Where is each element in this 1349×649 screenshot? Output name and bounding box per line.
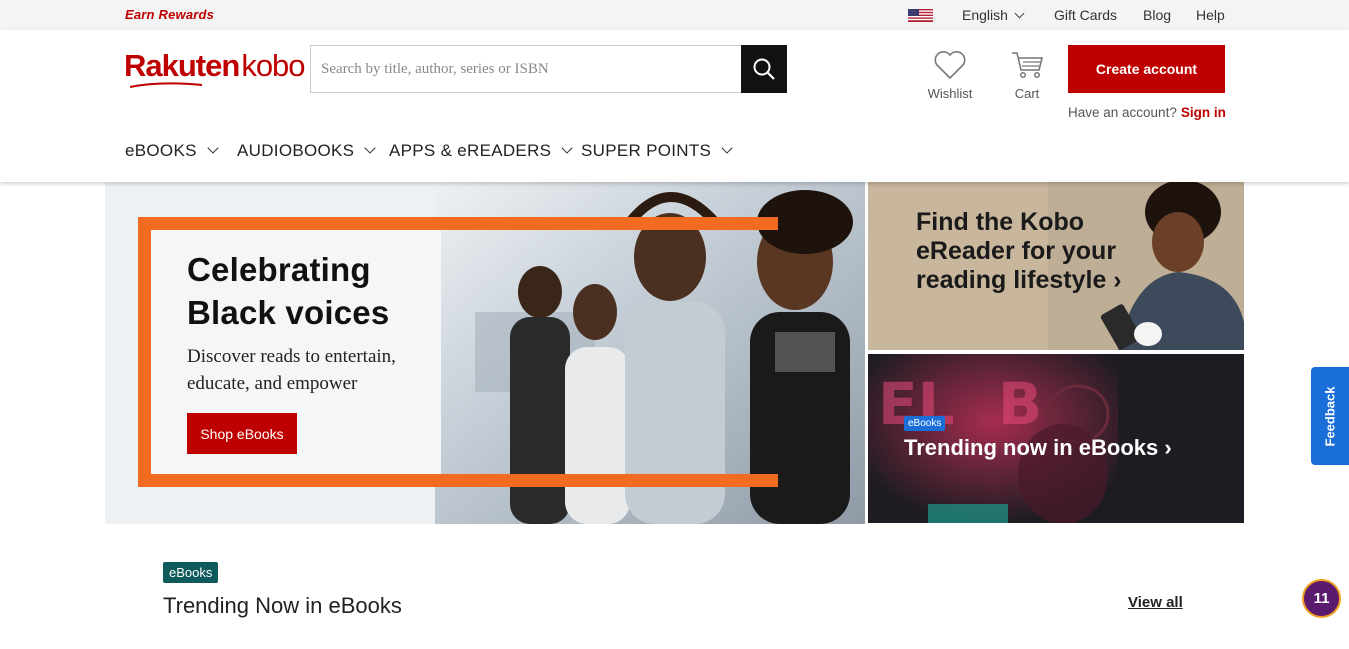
notification-badge[interactable]: 11: [1302, 579, 1341, 618]
hero-title-line1: Celebrating: [187, 251, 371, 288]
cart-icon: [1012, 52, 1044, 79]
chevron-down-icon: [364, 142, 376, 154]
nav-audiobooks[interactable]: AUDIOBOOKS: [237, 141, 376, 161]
section-badge: eBooks: [163, 562, 219, 583]
earn-rewards-link[interactable]: Earn Rewards: [125, 7, 214, 22]
search-button[interactable]: [741, 45, 787, 93]
wishlist-button[interactable]: Wishlist: [920, 50, 980, 101]
sign-in-prompt: Have an account? Sign in: [1068, 105, 1226, 120]
hero-title: Celebrating Black voices: [187, 248, 487, 334]
svg-text:B: B: [998, 370, 1042, 438]
chevron-down-icon: [207, 142, 219, 154]
utility-bar: Earn Rewards English Gift Cards Blog Hel…: [0, 0, 1349, 30]
us-flag-icon[interactable]: [908, 9, 933, 22]
hero-title-line2: Black voices: [187, 294, 390, 331]
nav-super-points[interactable]: SUPER POINTS: [581, 141, 733, 161]
ereader-promo-title: Find the Kobo eReader for your reading l…: [916, 208, 1122, 294]
feedback-label: Feedback: [1322, 386, 1338, 446]
rakuten-kobo-logo[interactable]: Rakutenkobo: [124, 48, 306, 84]
trending-promo[interactable]: EL B eBooks Trending now in eBooks ›: [868, 354, 1244, 523]
hero-banner[interactable]: Celebrating Black voices Discover reads t…: [105, 182, 865, 524]
wishlist-label: Wishlist: [927, 86, 973, 101]
gift-cards-link[interactable]: Gift Cards: [1054, 7, 1117, 23]
section-title: Trending Now in eBooks: [163, 593, 402, 618]
shop-ebooks-button[interactable]: Shop eBooks: [187, 413, 297, 454]
nav-ebooks[interactable]: eBOOKS: [125, 141, 219, 161]
sign-in-link[interactable]: Sign in: [1181, 105, 1226, 120]
chevron-down-icon: [1014, 8, 1025, 19]
nav-apps-ereaders[interactable]: APPS & eREADERS: [389, 141, 573, 161]
nav-ebooks-label: eBOOKS: [125, 141, 197, 160]
search-icon: [753, 58, 775, 80]
blog-link[interactable]: Blog: [1143, 7, 1171, 23]
feedback-tab[interactable]: Feedback: [1311, 367, 1349, 465]
hero-subtitle: Discover reads to entertain, educate, an…: [187, 346, 396, 394]
heart-icon: [934, 51, 966, 80]
trending-promo-title: Trending now in eBooks ›: [904, 435, 1172, 460]
cart-label: Cart: [1014, 86, 1040, 101]
nav-audiobooks-label: AUDIOBOOKS: [237, 141, 355, 160]
site-header: Rakutenkobo Wishlist Cart Create account…: [0, 30, 1349, 182]
logo-swoosh-icon: [130, 82, 202, 88]
create-account-button[interactable]: Create account: [1068, 45, 1225, 93]
nav-super-points-label: SUPER POINTS: [581, 141, 712, 160]
language-selector[interactable]: English: [962, 7, 1025, 23]
nav-apps-label: APPS & eREADERS: [389, 141, 552, 160]
help-link[interactable]: Help: [1196, 7, 1225, 23]
search-bar: [310, 45, 787, 93]
language-label: English: [962, 7, 1008, 23]
logo-kobo-text: kobo: [241, 48, 305, 83]
view-all-link[interactable]: View all: [1128, 594, 1183, 611]
cart-button[interactable]: Cart: [997, 50, 1057, 101]
ereader-promo[interactable]: Find the Kobo eReader for your reading l…: [868, 182, 1244, 350]
ebooks-badge: eBooks: [904, 416, 946, 431]
logo-rakuten-text: Rakuten: [124, 48, 240, 83]
have-account-text: Have an account?: [1068, 105, 1177, 120]
search-input[interactable]: [311, 46, 743, 92]
chevron-down-icon: [721, 142, 733, 154]
chevron-down-icon: [561, 142, 573, 154]
